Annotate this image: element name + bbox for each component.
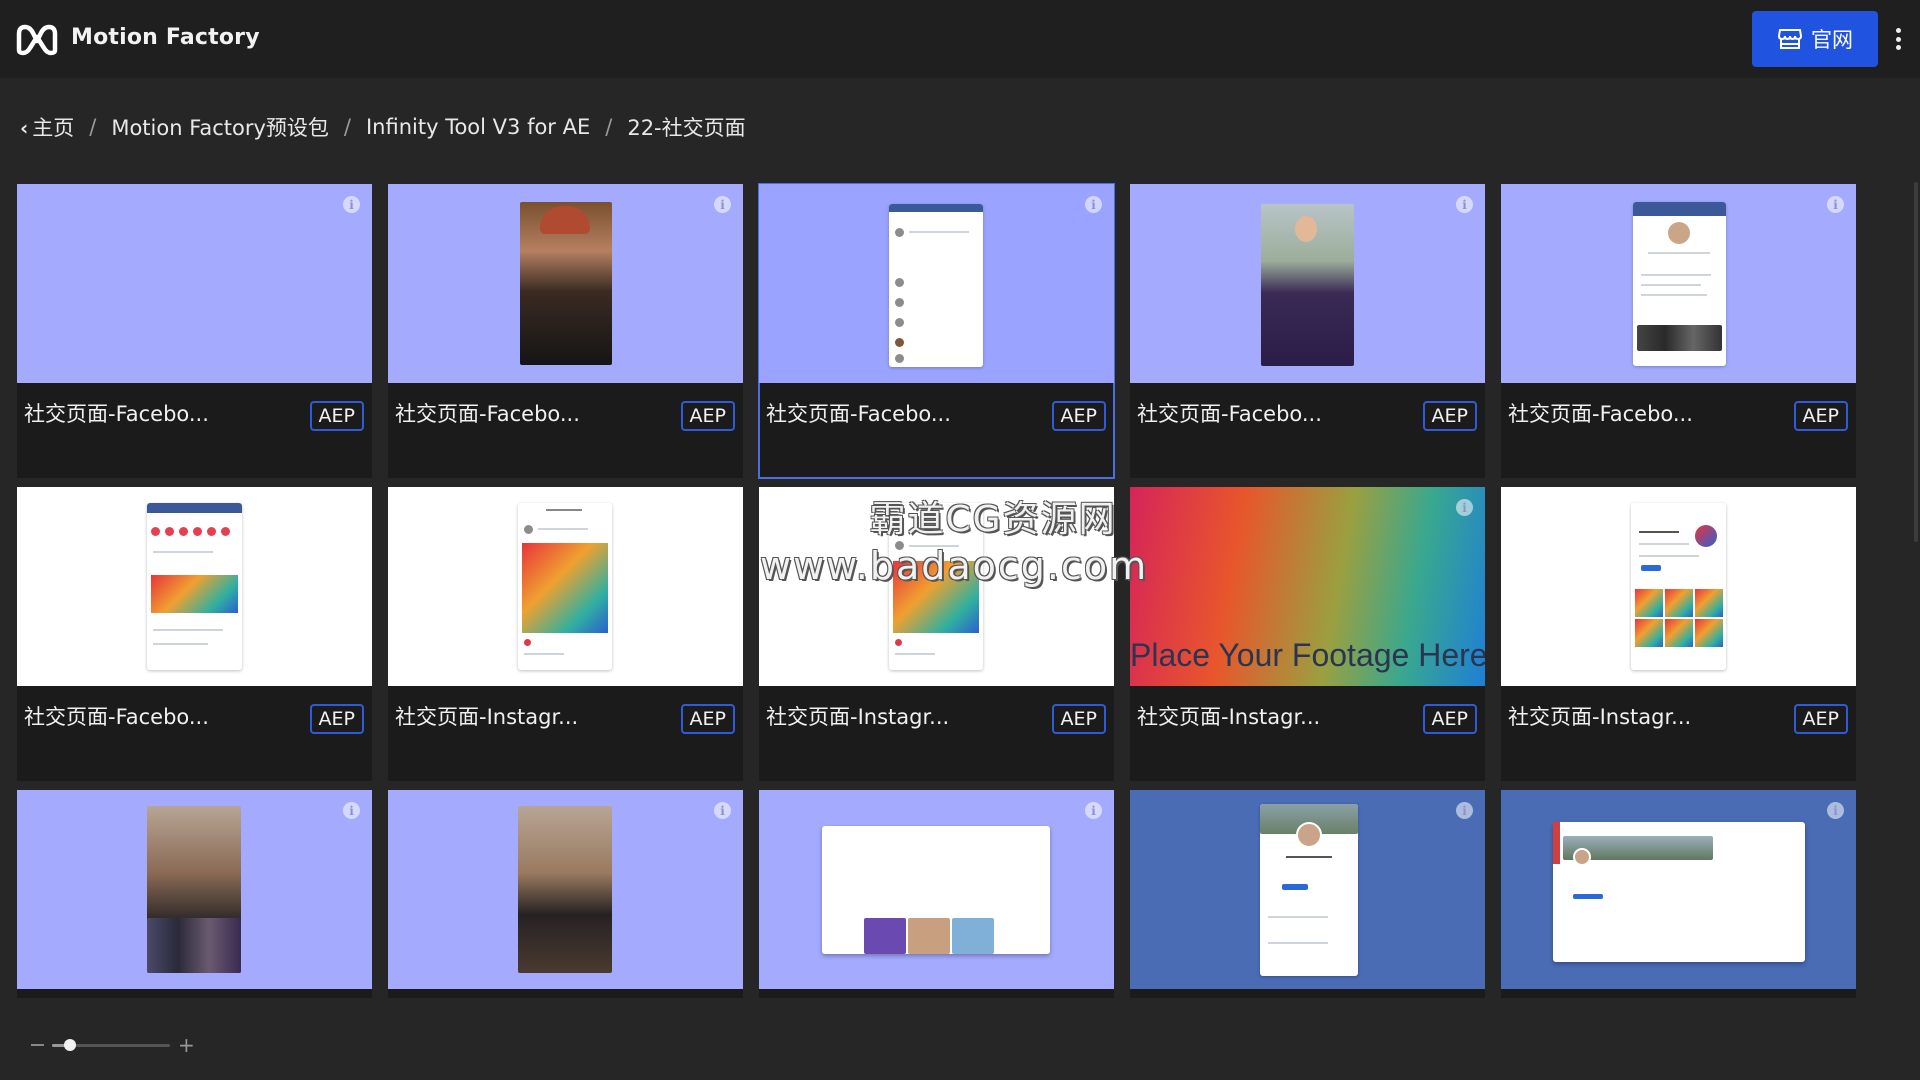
facebook-profile-mockup	[1633, 202, 1726, 366]
aep-badge: AEP	[1051, 401, 1106, 431]
asset-thumbnail	[388, 487, 743, 686]
asset-title: 社交页面-Facebo...	[1508, 402, 1693, 426]
asset-title: 社交页面-Instagr...	[1137, 705, 1321, 729]
asset-title: 社交页面-Facebo...	[24, 705, 209, 729]
info-icon[interactable]: i	[1085, 802, 1102, 819]
instagram-grid-mockup	[1631, 503, 1726, 670]
asset-card[interactable]: i 社交页面-Facebo... AEP	[17, 184, 372, 478]
asset-card[interactable]: 社交页面-Instagr... AEP	[388, 487, 743, 781]
info-icon[interactable]: i	[343, 802, 360, 819]
asset-thumbnail	[17, 487, 372, 686]
asset-card[interactable]: i 社交页面-Facebo... AEP	[1130, 184, 1485, 478]
official-site-label: 官网	[1811, 28, 1853, 52]
asset-card[interactable]: i	[388, 790, 743, 998]
asset-card[interactable]: 社交页面-Instagr... AEP	[759, 487, 1114, 781]
asset-thumbnail	[1501, 790, 1856, 989]
asset-card[interactable]: i 社交页面-Facebo... AEP	[758, 183, 1115, 479]
facebook-post-mockup	[147, 503, 242, 670]
asset-thumbnail	[17, 184, 372, 383]
asset-thumbnail	[1501, 487, 1856, 686]
aep-badge: AEP	[1422, 704, 1477, 734]
linkedin-desktop-mockup	[1553, 822, 1805, 962]
asset-title: 社交页面-Facebo...	[24, 402, 209, 426]
chevron-left-icon: ‹	[20, 116, 29, 140]
instagram-post-mockup	[889, 503, 983, 670]
aep-badge: AEP	[1051, 704, 1106, 734]
motion-factory-logo-icon[interactable]	[16, 22, 58, 56]
info-icon[interactable]: i	[1456, 802, 1473, 819]
asset-thumbnail: Place Your Footage Here!	[1130, 487, 1485, 686]
asset-title: 社交页面-Facebo...	[395, 402, 580, 426]
asset-title: 社交页面-Facebo...	[766, 402, 951, 426]
store-icon	[1777, 29, 1803, 49]
bottom-bar	[0, 998, 1920, 1080]
asset-card[interactable]: i 社交页面-Facebo... AEP	[388, 184, 743, 478]
asset-title: 社交页面-Instagr...	[766, 705, 950, 729]
breadcrumb-separator: /	[343, 115, 351, 139]
asset-thumbnail	[759, 790, 1114, 989]
asset-card[interactable]: i	[759, 790, 1114, 998]
more-options-icon[interactable]	[1886, 24, 1910, 54]
aep-badge: AEP	[1422, 401, 1477, 431]
asset-card[interactable]: Place Your Footage Here! i 社交页面-Instagr.…	[1130, 487, 1485, 781]
zoom-out-icon[interactable]	[31, 1044, 44, 1046]
asset-thumbnail	[759, 184, 1114, 383]
breadcrumb-preset-pack[interactable]: Motion Factory预设包	[111, 112, 329, 142]
aep-badge: AEP	[309, 704, 364, 734]
breadcrumb-separator: /	[605, 115, 613, 139]
breadcrumb-home[interactable]: ‹ 主页	[20, 112, 74, 142]
asset-card[interactable]: i	[1130, 790, 1485, 998]
breadcrumb-infinity-tool[interactable]: Infinity Tool V3 for AE	[366, 115, 590, 139]
info-icon[interactable]: i	[1456, 499, 1473, 516]
asset-thumbnail	[1130, 184, 1485, 383]
top-bar: Motion Factory 官网	[0, 0, 1920, 78]
info-icon[interactable]: i	[1827, 802, 1844, 819]
official-site-button[interactable]: 官网	[1752, 11, 1878, 67]
asset-title: 社交页面-Instagr...	[1508, 705, 1692, 729]
aep-badge: AEP	[680, 401, 735, 431]
zoom-in-icon[interactable]: +	[178, 1035, 195, 1055]
asset-thumbnail	[1130, 790, 1485, 989]
story-thumbnail-strip	[147, 918, 241, 973]
asset-title: 社交页面-Instagr...	[395, 705, 579, 729]
info-icon[interactable]: i	[714, 196, 731, 213]
linkedin-mobile-mockup	[1260, 804, 1358, 976]
asset-thumbnail	[759, 487, 1114, 686]
vertical-scrollbar[interactable]	[1914, 182, 1918, 542]
instagram-post-mockup	[518, 503, 612, 670]
asset-card[interactable]: 社交页面-Facebo... AEP	[17, 487, 372, 781]
info-icon[interactable]: i	[714, 802, 731, 819]
info-icon[interactable]: i	[343, 196, 360, 213]
breadcrumb: ‹ 主页 / Motion Factory预设包 / Infinity Tool …	[20, 112, 746, 142]
aep-badge: AEP	[680, 704, 735, 734]
asset-card[interactable]: i	[17, 790, 372, 998]
asset-thumbnail	[388, 790, 743, 989]
aep-badge: AEP	[1793, 704, 1848, 734]
asset-card[interactable]: i 社交页面-Facebo... AEP	[1501, 184, 1856, 478]
instagram-desktop-mockup	[822, 826, 1050, 954]
info-icon[interactable]: i	[1827, 196, 1844, 213]
asset-card[interactable]: i	[1501, 790, 1856, 998]
asset-thumbnail	[1501, 184, 1856, 383]
aep-badge: AEP	[1793, 401, 1848, 431]
breadcrumb-separator: /	[89, 115, 97, 139]
info-icon[interactable]: i	[1085, 196, 1102, 213]
footage-placeholder-text: Place Your Footage Here!	[1130, 637, 1485, 673]
breadcrumb-current: 22-社交页面	[627, 116, 746, 140]
aep-badge: AEP	[309, 401, 364, 431]
app-title: Motion Factory	[71, 25, 260, 50]
asset-thumbnail	[388, 184, 743, 383]
face-shape	[1295, 216, 1317, 242]
info-icon[interactable]: i	[1456, 196, 1473, 213]
facebook-feed-mockup	[889, 204, 983, 367]
asset-title: 社交页面-Facebo...	[1137, 402, 1322, 426]
zoom-slider-knob[interactable]	[63, 1039, 76, 1051]
story-woman-photo	[518, 806, 612, 973]
asset-thumbnail	[17, 790, 372, 989]
asset-card[interactable]: 社交页面-Instagr... AEP	[1501, 487, 1856, 781]
